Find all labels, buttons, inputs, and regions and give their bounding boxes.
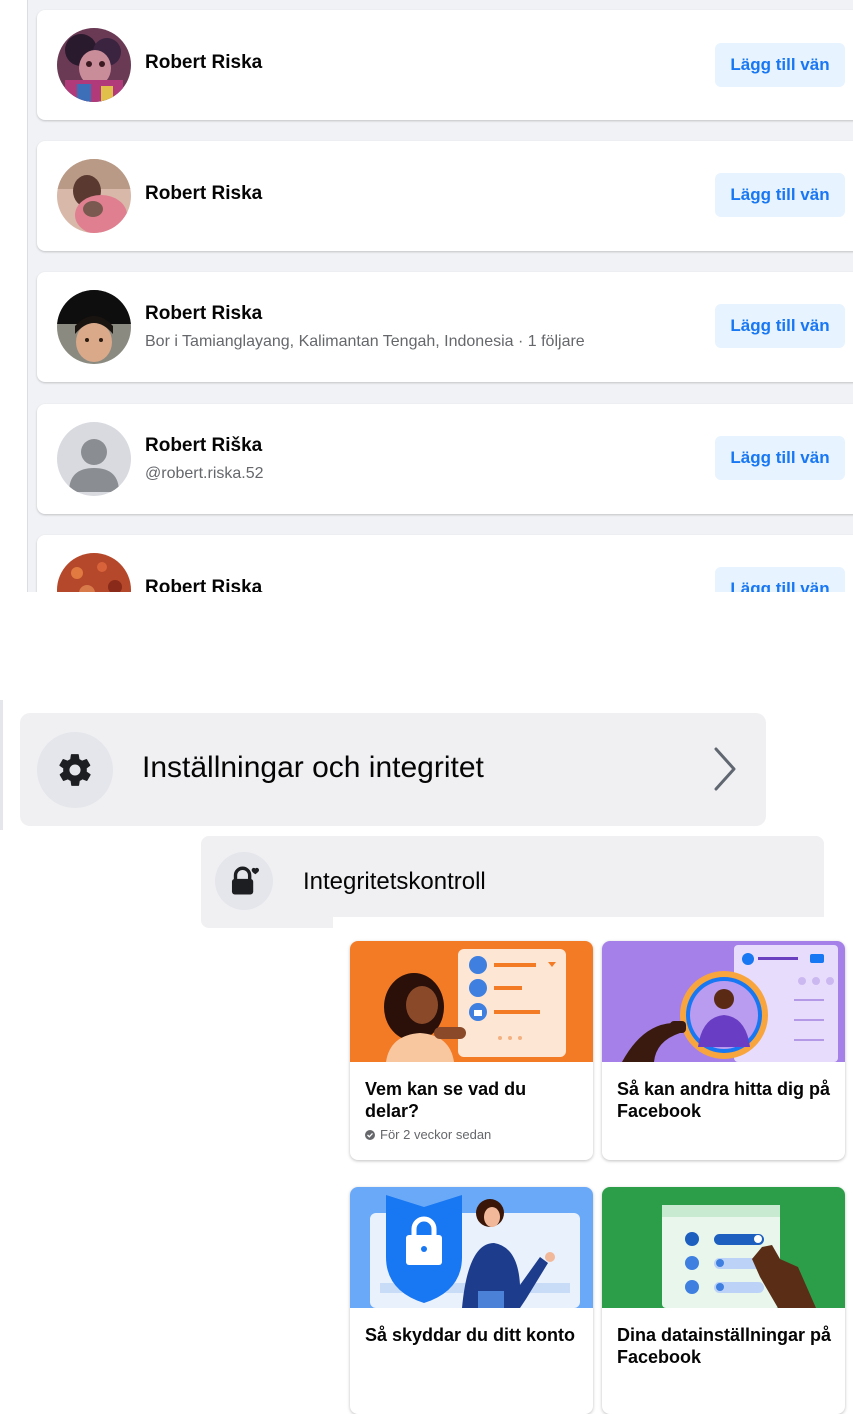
settings-and-privacy-item[interactable]: Inställningar och integritet xyxy=(20,713,766,826)
card-title[interactable]: Vem kan se vad du delar? xyxy=(365,1078,580,1122)
card-title[interactable]: Så kan andra hitta dig på Facebook xyxy=(617,1078,832,1122)
add-friend-button[interactable]: Lägg till vän xyxy=(715,43,845,87)
lock-heart-icon xyxy=(215,852,273,910)
result-name[interactable]: Robert Riska xyxy=(145,303,262,325)
result-card[interactable]: Robert Riska Lägg till vän xyxy=(37,141,853,251)
privacy-card-how-people-find-you[interactable]: Så kan andra hitta dig på Facebook xyxy=(602,941,845,1160)
privacy-card-data-settings[interactable]: Dina datainställningar på Facebook xyxy=(602,1187,845,1414)
card-meta: För 2 veckor sedan xyxy=(365,1127,491,1142)
result-card[interactable]: Robert Riska Lägg till vän xyxy=(37,10,853,120)
result-name[interactable]: Robert Riska xyxy=(145,577,262,592)
result-subtitle: @robert.riska.52 xyxy=(145,465,264,482)
result-card[interactable]: Robert Riska Bor i Tamianglayang, Kalima… xyxy=(37,272,853,382)
result-name[interactable]: Robert Riška xyxy=(145,435,262,457)
avatar[interactable] xyxy=(57,290,131,364)
card-title[interactable]: Dina datainställningar på Facebook xyxy=(617,1324,832,1368)
card-meta-text: För 2 veckor sedan xyxy=(380,1127,492,1142)
data-settings-illustration xyxy=(602,1187,845,1308)
default-avatar[interactable] xyxy=(57,422,131,496)
result-card[interactable]: Robert Riška @robert.riska.52 Lägg till … xyxy=(37,404,853,514)
privacy-checkup-label: Integritetskontroll xyxy=(303,868,486,895)
search-results-list: Robert Riska Lägg till vän Robert Riska … xyxy=(0,0,853,592)
add-friend-button[interactable]: Lägg till vän xyxy=(715,304,845,348)
add-friend-button[interactable]: Lägg till vän xyxy=(715,436,845,480)
add-friend-button[interactable]: Lägg till vän xyxy=(715,173,845,217)
avatar[interactable] xyxy=(57,159,131,233)
result-card[interactable]: Robert Riska Lägg till vän xyxy=(37,535,853,592)
privacy-card-who-can-see[interactable]: Vem kan se vad du delar? För 2 veckor se… xyxy=(350,941,593,1160)
result-name[interactable]: Robert Riska xyxy=(145,52,262,74)
privacy-checkup-item[interactable]: Integritetskontroll xyxy=(201,836,824,928)
add-friend-button[interactable]: Lägg till vän xyxy=(715,567,845,592)
card-title[interactable]: Så skyddar du ditt konto xyxy=(365,1324,580,1346)
privacy-card-account-security[interactable]: Så skyddar du ditt konto xyxy=(350,1187,593,1414)
left-sidebar-edge xyxy=(0,0,28,592)
chevron-right-icon xyxy=(712,745,738,798)
avatar[interactable] xyxy=(57,28,131,102)
account-security-illustration xyxy=(350,1187,593,1308)
how-people-find-you-illustration xyxy=(602,941,845,1062)
gear-icon xyxy=(37,732,113,808)
menu-edge xyxy=(0,700,3,830)
person-icon xyxy=(57,422,131,496)
result-subtitle: Bor i Tamianglayang, Kalimantan Tengah, … xyxy=(145,333,585,350)
who-can-see-illustration xyxy=(350,941,593,1062)
result-name[interactable]: Robert Riska xyxy=(145,183,262,205)
settings-and-privacy-label: Inställningar och integritet xyxy=(142,751,484,784)
check-circle-icon xyxy=(365,1129,375,1140)
avatar[interactable] xyxy=(57,553,131,592)
